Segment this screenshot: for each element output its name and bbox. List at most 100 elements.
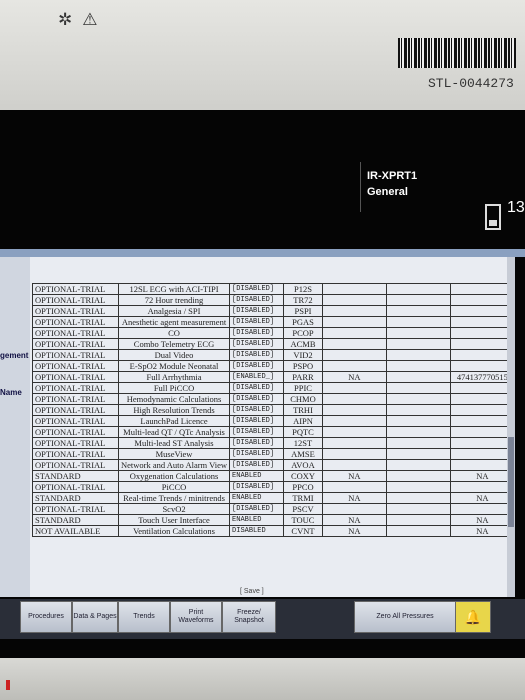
side-menu-item-name[interactable]: Name (0, 388, 22, 397)
zero-all-pressures-button[interactable]: Zero All Pressures (354, 601, 456, 633)
side-menu: gement Name (0, 257, 30, 597)
option-feature-cell: LaunchPad Licence (117, 415, 231, 427)
option-col6-cell (386, 305, 451, 317)
table-row: STANDARD Real-time Trends / minitrends ENA… (32, 492, 516, 504)
option-feature-cell: 12SL ECG with ACI-TIPI (117, 283, 231, 295)
option-col7-cell (449, 338, 516, 350)
option-enabled-cell: [DISABLED] (229, 305, 285, 317)
option-status-cell: OPTIONAL-TRIAL (32, 316, 119, 328)
option-col7-cell (449, 393, 516, 405)
option-col5-cell: NA (321, 371, 388, 383)
option-status-cell: OPTIONAL-TRIAL (32, 360, 119, 372)
option-col6-cell (386, 514, 451, 526)
table-row: OPTIONAL-TRIAL Dual Video [DISABLED] VID2 (32, 349, 516, 361)
option-code-cell: CVNT (283, 525, 323, 537)
option-status-cell: OPTIONAL-TRIAL (32, 448, 119, 460)
option-feature-cell: CO (117, 327, 231, 339)
option-code-cell: VID2 (283, 349, 323, 361)
option-enabled-cell: [DISABLED] (229, 448, 285, 460)
bottom-button-bar: Procedures Data & Pages Trends Print Wav… (0, 599, 525, 639)
option-status-cell: OPTIONAL-TRIAL (32, 393, 119, 405)
option-col7-cell: NA (449, 514, 516, 526)
option-code-cell: AVOA (283, 459, 323, 471)
barcode-label (398, 38, 516, 68)
scrollbar[interactable] (507, 257, 515, 597)
option-col6-cell (386, 382, 451, 394)
option-code-cell: AMSE (283, 448, 323, 460)
option-enabled-cell: [DISABLED] (229, 503, 285, 515)
option-col7-cell (449, 294, 516, 306)
option-col6-cell (386, 492, 451, 504)
option-enabled-cell: [DISABLED] (229, 426, 285, 438)
option-code-cell: P12S (283, 283, 323, 295)
option-col5-cell (321, 426, 388, 438)
profile-name: General (367, 186, 408, 198)
option-col6-cell (386, 283, 451, 295)
save-link[interactable]: [ Save ] (240, 588, 264, 595)
side-menu-item-management[interactable]: gement (0, 351, 28, 360)
option-enabled-cell: ENABLED (229, 492, 285, 504)
option-col6-cell (386, 415, 451, 427)
option-col7-cell (449, 283, 516, 295)
option-code-cell: PPIC (283, 382, 323, 394)
option-feature-cell: High Resolution Trends (117, 404, 231, 416)
option-status-cell: OPTIONAL-TRIAL (32, 327, 119, 339)
option-status-cell: OPTIONAL-TRIAL (32, 371, 119, 383)
table-row: OPTIONAL-TRIAL 72 Hour trending [DISABLED]… (32, 294, 516, 306)
monitor-screen: IR-XPRT1 General 13 gement Name OPTIONAL… (0, 110, 525, 658)
scrollbar-thumb[interactable] (508, 437, 514, 527)
option-enabled-cell: [DISABLED] (229, 393, 285, 405)
option-col6-cell (386, 525, 451, 537)
option-feature-cell: Ventilation Calculations (117, 525, 231, 537)
option-feature-cell: 72 Hour trending (117, 294, 231, 306)
option-status-cell: OPTIONAL-TRIAL (32, 426, 119, 438)
option-feature-cell: Real-time Trends / minitrends (117, 492, 231, 504)
device-header: IR-XPRT1 General 13 (360, 162, 525, 230)
table-row: OPTIONAL-TRIAL Combo Telemetry ECG [DISABL… (32, 338, 516, 350)
option-col7-cell (449, 316, 516, 328)
option-feature-cell: Oxygenation Calculations (117, 470, 231, 482)
option-enabled-cell: [DISABLED] (229, 360, 285, 372)
option-col7-cell (449, 404, 516, 416)
table-row: OPTIONAL-TRIAL Full PiCCO [DISABLED] PPIC (32, 382, 516, 394)
option-code-cell: TRMI (283, 492, 323, 504)
option-enabled-cell: [DISABLED] (229, 382, 285, 394)
monitor-bezel-bottom (0, 658, 525, 700)
option-status-cell: OPTIONAL-TRIAL (32, 415, 119, 427)
option-col6-cell (386, 327, 451, 339)
option-enabled-cell: [DISABLED] (229, 327, 285, 339)
options-table: OPTIONAL-TRIAL 12SL ECG with ACI-TIPI [DIS… (32, 283, 516, 537)
table-row: OPTIONAL-TRIAL 12SL ECG with ACI-TIPI [DIS… (32, 283, 516, 295)
option-feature-cell: Anesthetic agent measurement (117, 316, 231, 328)
alarm-silence-icon[interactable]: 🔔 (455, 601, 491, 633)
print-waveforms-button[interactable]: Print Waveforms (170, 601, 222, 633)
option-enabled-cell: [DISABLED] (229, 404, 285, 416)
freeze-snapshot-button[interactable]: Freeze/ Snapshot (222, 601, 276, 633)
option-col5-cell (321, 448, 388, 460)
option-status-cell: STANDARD (32, 514, 119, 526)
option-col7-cell: 474137770515 (449, 371, 516, 383)
table-row: OPTIONAL-TRIAL PiCCO [DISABLED] PPCO (32, 481, 516, 493)
asset-tag: STL-0044273 (428, 76, 514, 91)
power-indicator (6, 680, 10, 690)
option-feature-cell: Dual Video (117, 349, 231, 361)
battery-icon (485, 204, 501, 230)
option-col5-cell: NA (321, 525, 388, 537)
option-col7-cell (449, 382, 516, 394)
procedures-button[interactable]: Procedures (20, 601, 72, 633)
option-col5-cell (321, 382, 388, 394)
table-row: OPTIONAL-TRIAL Multi-lead QT / QTc Analys… (32, 426, 516, 438)
option-col5-cell (321, 393, 388, 405)
data-pages-button[interactable]: Data & Pages (72, 601, 118, 633)
option-col5-cell (321, 404, 388, 416)
table-row: STANDARD Touch User Interface ENABLED TOUC N… (32, 514, 516, 526)
option-col5-cell (321, 305, 388, 317)
option-col6-cell (386, 338, 451, 350)
trends-button[interactable]: Trends (118, 601, 170, 633)
option-feature-cell: Multi-lead QT / QTc Analysis (117, 426, 231, 438)
option-col7-cell (449, 360, 516, 372)
table-row: OPTIONAL-TRIAL Anesthetic agent measureme… (32, 316, 516, 328)
option-status-cell: OPTIONAL-TRIAL (32, 382, 119, 394)
table-row: OPTIONAL-TRIAL LaunchPad Licence [DISABLED… (32, 415, 516, 427)
option-col6-cell (386, 371, 451, 383)
